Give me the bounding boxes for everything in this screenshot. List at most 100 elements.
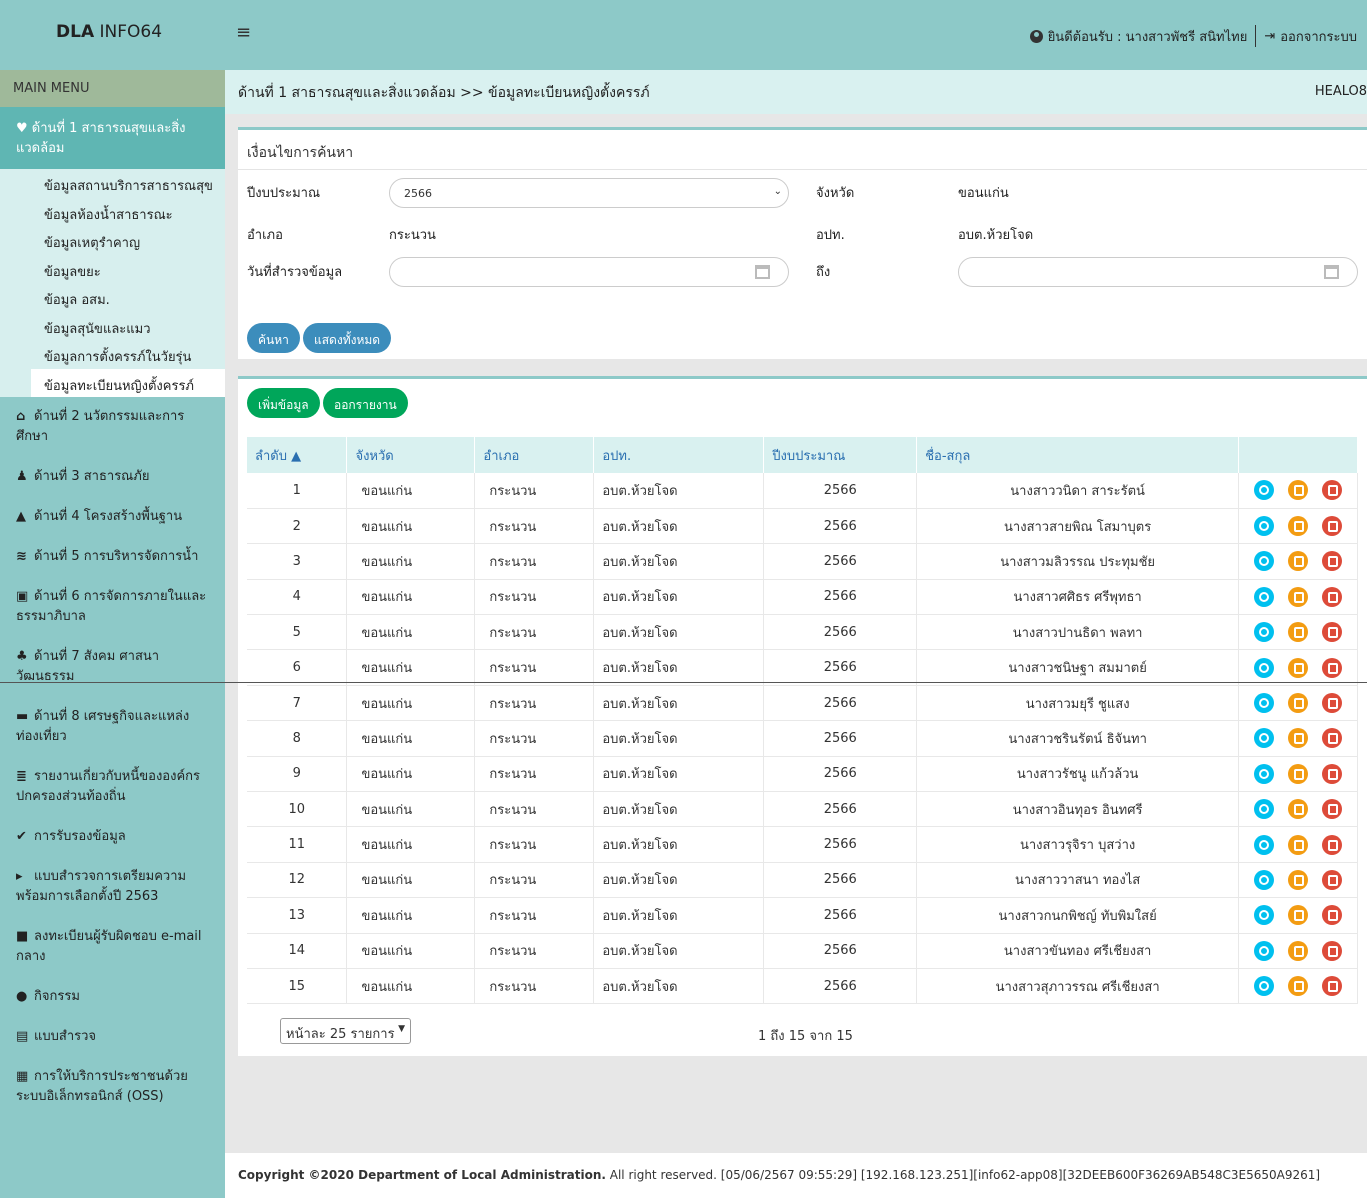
sidebar-item[interactable]: ▦ การให้บริการประชาชนด้วยระบบอิเล็กทรอนิก… xyxy=(0,1057,225,1117)
report-button[interactable]: ออกรายงาน xyxy=(323,388,408,418)
delete-trash-icon[interactable] xyxy=(1322,834,1343,855)
sidebar-subitem[interactable]: ข้อมูลขยะ xyxy=(0,255,225,284)
edit-icon[interactable] xyxy=(1288,976,1309,997)
row-actions xyxy=(1238,933,1358,969)
sidebar-item[interactable]: ≋ ด้านที่ 5 การบริหารจัดการน้ำ xyxy=(0,537,225,577)
file-icon: ▤ xyxy=(16,1029,29,1044)
sidebar-item-health[interactable]: ♥ ด้านที่ 1 สาธารณสุขและสิ่งแวดล้อม xyxy=(0,107,225,169)
edit-icon[interactable] xyxy=(1288,622,1309,643)
column-header: อำเภอ xyxy=(474,437,595,473)
edit-icon[interactable] xyxy=(1288,693,1309,714)
delete-trash-icon[interactable] xyxy=(1322,728,1343,749)
delete-trash-icon[interactable] xyxy=(1322,586,1343,607)
sidebar-item[interactable]: ▲ ด้านที่ 4 โครงสร้างพื้นฐาน xyxy=(0,497,225,537)
sidebar-item[interactable]: ⌂ ด้านที่ 2 นวัตกรรมและการศึกษา xyxy=(0,397,225,457)
row-fullname: นางสาวศศิธร ศรีพุทธา xyxy=(916,579,1240,615)
view-search-icon[interactable] xyxy=(1254,516,1275,537)
date-to-input[interactable] xyxy=(958,257,1358,287)
view-search-icon[interactable] xyxy=(1254,657,1275,678)
table-row: 10 ขอนแก่น กระนวน อบต.ห้วยโจด 2566 นางสาวอินท… xyxy=(247,791,1358,827)
delete-trash-icon[interactable] xyxy=(1322,905,1343,926)
delete-trash-icon[interactable] xyxy=(1322,799,1343,820)
calendar-icon[interactable] xyxy=(1324,265,1339,279)
view-search-icon[interactable] xyxy=(1254,905,1275,926)
delete-trash-icon[interactable] xyxy=(1322,940,1343,961)
view-search-icon[interactable] xyxy=(1254,976,1275,997)
view-search-icon[interactable] xyxy=(1254,940,1275,961)
view-search-icon[interactable] xyxy=(1254,799,1275,820)
delete-trash-icon[interactable] xyxy=(1322,622,1343,643)
hamburger-menu-icon[interactable]: ≡ xyxy=(236,22,251,43)
date-from-input[interactable] xyxy=(389,257,789,287)
chevron-down-icon: ▼ xyxy=(398,1024,405,1034)
sidebar-item[interactable]: ▤ แบบสำรวจ xyxy=(0,1017,225,1057)
view-search-icon[interactable] xyxy=(1254,693,1275,714)
row-year: 2566 xyxy=(763,508,918,544)
edit-icon[interactable] xyxy=(1288,763,1309,784)
sidebar-subitem[interactable]: ข้อมูล อสม. xyxy=(0,283,225,312)
sidebar-item[interactable]: ♟ ด้านที่ 3 สาธารณภัย xyxy=(0,457,225,497)
row-org: อบต.ห้วยโจด xyxy=(593,791,765,827)
delete-trash-icon[interactable] xyxy=(1322,480,1343,501)
view-search-icon[interactable] xyxy=(1254,728,1275,749)
edit-icon[interactable] xyxy=(1288,905,1309,926)
row-district: กระนวน xyxy=(474,508,595,544)
sidebar-subitem[interactable]: ข้อมูลเหตุรำคาญ xyxy=(0,226,225,255)
add-data-button[interactable]: เพิ่มข้อมูล xyxy=(247,388,320,418)
sidebar-subitem[interactable]: ข้อมูลสถานบริการสาธารณสุข xyxy=(0,169,225,198)
year-select[interactable]: 2566 ⌄ xyxy=(389,178,789,208)
row-province: ขอนแก่น xyxy=(346,720,476,757)
view-search-icon[interactable] xyxy=(1254,869,1275,890)
page-size-select[interactable]: หน้าละ 25 รายการ ▼ xyxy=(280,1018,411,1044)
search-button[interactable]: ค้นหา xyxy=(247,323,300,353)
edit-icon[interactable] xyxy=(1288,940,1309,961)
sidebar-item[interactable]: ▬ ด้านที่ 8 เศรษฐกิจและแหล่งท่องเที่ยว xyxy=(0,697,225,757)
column-header[interactable]: ลำดับ ▲ xyxy=(247,437,348,473)
row-fullname: นางสาวมยุรี ชูแสง xyxy=(916,685,1240,721)
table-body: 1 ขอนแก่น กระนวน อบต.ห้วยโจด 2566 นางสาววนิดา… xyxy=(247,473,1358,1004)
view-search-icon[interactable] xyxy=(1254,480,1275,501)
calendar-icon[interactable] xyxy=(755,265,770,279)
sidebar-item[interactable]: ■ ลงทะเบียนผู้รับผิดชอบ e-mail กลาง xyxy=(0,917,225,977)
delete-trash-icon[interactable] xyxy=(1322,976,1343,997)
delete-trash-icon[interactable] xyxy=(1322,657,1343,678)
edit-icon[interactable] xyxy=(1288,480,1309,501)
row-number: 14 xyxy=(247,933,348,969)
view-search-icon[interactable] xyxy=(1254,622,1275,643)
table-row: 8 ขอนแก่น กระนวน อบต.ห้วยโจด 2566 นางสาวชรินร… xyxy=(247,720,1358,757)
logout-link[interactable]: ออกจากระบบ xyxy=(1280,26,1357,47)
sidebar-item[interactable]: ✔ การรับรองข้อมูล xyxy=(0,817,225,857)
delete-trash-icon[interactable] xyxy=(1322,763,1343,784)
sidebar-subitem[interactable]: ข้อมูลสุนัขและแมว xyxy=(0,312,225,341)
edit-icon[interactable] xyxy=(1288,516,1309,537)
delete-trash-icon[interactable] xyxy=(1322,516,1343,537)
show-all-button[interactable]: แสดงทั้งหมด xyxy=(303,323,392,353)
edit-icon[interactable] xyxy=(1288,799,1309,820)
delete-trash-icon[interactable] xyxy=(1322,551,1343,572)
sidebar-subitem[interactable]: ข้อมูลการตั้งครรภ์ในวัยรุ่น xyxy=(0,340,225,369)
edit-icon[interactable] xyxy=(1288,834,1309,855)
view-search-icon[interactable] xyxy=(1254,834,1275,855)
edit-icon[interactable] xyxy=(1288,657,1309,678)
sidebar-submenu: ข้อมูลสถานบริการสาธารณสุข ข้อมูลห้องน้ำสา… xyxy=(0,169,225,397)
sidebar-subitem[interactable]: ข้อมูลทะเบียนหญิงตั้งครรภ์ xyxy=(31,368,225,397)
sign-out-icon[interactable]: ⇥ xyxy=(1264,29,1275,44)
sidebar-item[interactable]: ▸ แบบสำรวจการเตรียมความพร้อมการเลือกตั้งป… xyxy=(0,857,225,917)
delete-trash-icon[interactable] xyxy=(1322,869,1343,890)
edit-icon[interactable] xyxy=(1288,869,1309,890)
edit-icon[interactable] xyxy=(1288,586,1309,607)
delete-trash-icon[interactable] xyxy=(1322,693,1343,714)
view-search-icon[interactable] xyxy=(1254,551,1275,572)
edit-icon[interactable] xyxy=(1288,728,1309,749)
view-search-icon[interactable] xyxy=(1254,586,1275,607)
sidebar-item[interactable]: ≣ รายงานเกี่ยวกับหนี้ขององค์กรปกครองส่วนท… xyxy=(0,757,225,817)
brand-logo[interactable]: DLA INFO64 xyxy=(56,22,162,42)
sidebar-item[interactable]: ▣ ด้านที่ 6 การจัดการภายในและธรรมาภิบาล xyxy=(0,577,225,637)
row-org: อบต.ห้วยโจด xyxy=(593,862,765,898)
sidebar-item[interactable]: ● กิจกรรม xyxy=(0,977,225,1017)
sidebar-subitem[interactable]: ข้อมูลห้องน้ำสาธารณะ xyxy=(0,198,225,227)
edit-icon[interactable] xyxy=(1288,551,1309,572)
sidebar-item[interactable]: ♣ ด้านที่ 7 สังคม ศาสนา วัฒนธรรม xyxy=(0,637,225,697)
table-row: 3 ขอนแก่น กระนวน อบต.ห้วยโจด 2566 นางสาวมลิวร… xyxy=(247,543,1358,580)
view-search-icon[interactable] xyxy=(1254,763,1275,784)
